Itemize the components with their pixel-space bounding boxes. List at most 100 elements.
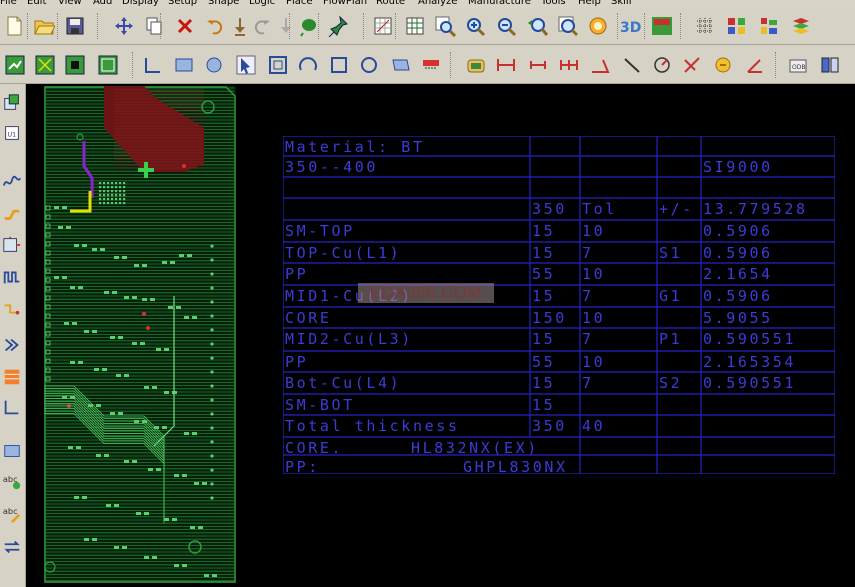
- stackup-cell: 2.165354: [703, 353, 797, 371]
- dimension-h-button[interactable]: [494, 53, 518, 77]
- menu-item-add[interactable]: Add: [93, 0, 112, 7]
- redo-down2-icon: [281, 18, 291, 33]
- zoom-in-button[interactable]: [463, 14, 487, 38]
- delete-button[interactable]: [173, 14, 197, 38]
- stackup-cell: 10: [582, 309, 606, 327]
- menu-item-skill[interactable]: Skill: [611, 0, 631, 7]
- zoom-out-button[interactable]: [494, 14, 518, 38]
- grid-window-icon: [374, 17, 392, 35]
- select-all-button[interactable]: [96, 53, 120, 77]
- slide-route-button[interactable]: [1, 202, 23, 224]
- edit-text-button[interactable]: abc: [1, 502, 23, 524]
- new-file-button[interactable]: [2, 14, 26, 38]
- menu-item-file[interactable]: File: [0, 0, 17, 7]
- radius-button[interactable]: [650, 53, 674, 77]
- redo-down2-button[interactable]: [274, 14, 298, 38]
- stackup-cell: 7: [582, 287, 594, 305]
- toolbar-separator: [27, 13, 30, 39]
- cut-button[interactable]: [389, 53, 413, 77]
- move-button[interactable]: [112, 14, 136, 38]
- layers-button[interactable]: [757, 14, 781, 38]
- pin-button[interactable]: [326, 14, 350, 38]
- diagonal-line-button[interactable]: [620, 53, 644, 77]
- connect-button[interactable]: [1, 298, 23, 320]
- odb-button[interactable]: ODB: [786, 53, 810, 77]
- add-circle-button[interactable]: [202, 53, 226, 77]
- shape-fill-button[interactable]: [1, 366, 23, 388]
- add-rect-button[interactable]: [172, 53, 196, 77]
- add-rect-button[interactable]: [1, 440, 23, 462]
- add-text-button[interactable]: abc: [1, 470, 23, 492]
- zoom-prev-button[interactable]: [525, 14, 549, 38]
- stackup-cell: CORE: [285, 309, 332, 327]
- dimension-v-button[interactable]: [526, 53, 550, 77]
- rats-all-button[interactable]: [33, 53, 57, 77]
- flip-button[interactable]: [650, 14, 674, 38]
- route-button[interactable]: [1, 170, 23, 192]
- toolbar-separator: [132, 52, 135, 78]
- grid-window-button[interactable]: [371, 14, 395, 38]
- stackup-cell: SI9000: [703, 158, 773, 176]
- menu-item-view[interactable]: View: [58, 0, 82, 7]
- fanout-button[interactable]: [1, 234, 23, 256]
- color-button[interactable]: [725, 14, 749, 38]
- redo-button[interactable]: [250, 14, 274, 38]
- place-component-button[interactable]: [1, 92, 23, 114]
- svg-text:ODB: ODB: [792, 64, 805, 71]
- book-button[interactable]: [818, 53, 842, 77]
- zoom-fit-button[interactable]: [433, 14, 457, 38]
- zoom-world-button[interactable]: [556, 14, 580, 38]
- arc-button[interactable]: [296, 53, 320, 77]
- angle-button[interactable]: [588, 53, 612, 77]
- menu-item-flowplan[interactable]: FlowPlan: [323, 0, 367, 7]
- undo-icon: [207, 20, 223, 35]
- ellipse-button[interactable]: [357, 53, 381, 77]
- pcb-board-view[interactable]: [44, 86, 236, 583]
- leader-button[interactable]: [681, 53, 705, 77]
- add-frect-icon: [269, 56, 287, 74]
- redraw-button[interactable]: [586, 14, 610, 38]
- unrats-button[interactable]: [3, 53, 27, 77]
- rats-nest-button[interactable]: [296, 14, 320, 38]
- menu-item-help[interactable]: Help: [578, 0, 601, 7]
- menu-item-place[interactable]: Place: [286, 0, 313, 7]
- shadow-button[interactable]: [63, 53, 87, 77]
- open-folder-button[interactable]: [32, 14, 56, 38]
- redo-down-button[interactable]: [228, 14, 252, 38]
- slide-icon: [423, 60, 439, 69]
- slide-button[interactable]: [419, 53, 443, 77]
- menu-item-setup[interactable]: Setup: [168, 0, 197, 7]
- move-icon: [115, 17, 133, 35]
- menu-item-analyze[interactable]: Analyze: [418, 0, 457, 7]
- select-pointer-button[interactable]: [234, 53, 258, 77]
- menu-item-route[interactable]: Route: [376, 0, 405, 7]
- stackup-cell: MID2-Cu(L3): [285, 330, 413, 348]
- grid-window2-button[interactable]: [403, 14, 427, 38]
- menu-item-logic[interactable]: Logic: [249, 0, 275, 7]
- coin-button[interactable]: [711, 53, 735, 77]
- select-pointer-icon: [236, 55, 256, 75]
- menu-item-edit[interactable]: Edit: [27, 0, 46, 7]
- 3d-view-button[interactable]: 3D: [618, 14, 642, 38]
- toolbar-separator: [450, 52, 453, 78]
- menu-item-tools[interactable]: Tools: [541, 0, 566, 7]
- delete-icon: [177, 18, 193, 34]
- save-button[interactable]: [63, 14, 87, 38]
- swap-button[interactable]: [1, 536, 23, 558]
- dim-chain-button[interactable]: [557, 53, 581, 77]
- undo-button[interactable]: [203, 14, 227, 38]
- delay-tune-button[interactable]: [1, 266, 23, 288]
- menu-item-display[interactable]: Display: [122, 0, 159, 7]
- bus-button[interactable]: [1, 334, 23, 356]
- add-frect-button[interactable]: [266, 53, 290, 77]
- add-line-button[interactable]: [1, 396, 23, 418]
- menu-item-shape[interactable]: Shape: [208, 0, 239, 7]
- grid-toggle-button[interactable]: [693, 14, 717, 38]
- rect-outline-button[interactable]: [327, 53, 351, 77]
- unplace-button[interactable]: U1: [1, 122, 23, 144]
- menu-item-manufacture[interactable]: Manufacture: [468, 0, 531, 7]
- calibrate-button[interactable]: [464, 53, 488, 77]
- add-line-button[interactable]: [141, 53, 165, 77]
- stack-button[interactable]: [789, 14, 813, 38]
- angle2-button[interactable]: [743, 53, 767, 77]
